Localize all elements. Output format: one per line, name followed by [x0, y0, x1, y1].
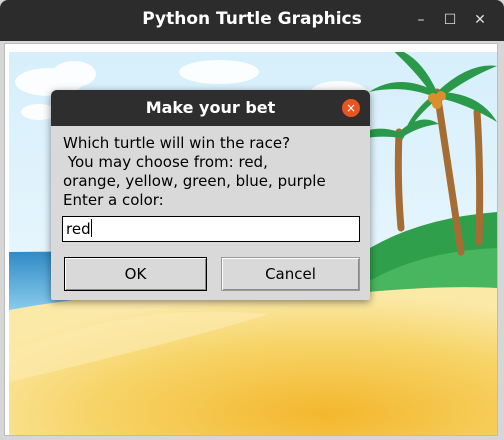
color-input-value: red: [66, 220, 91, 238]
text-caret: [90, 219, 92, 237]
dialog-title: Make your bet: [145, 98, 276, 117]
dialog-titlebar: Make your bet ×: [51, 90, 370, 126]
ok-button[interactable]: OK: [64, 257, 207, 291]
bet-dialog: Make your bet × Which turtle will win th…: [51, 90, 370, 300]
window-titlebar: Python Turtle Graphics – ☐ ✕: [0, 0, 504, 41]
cancel-button[interactable]: Cancel: [221, 257, 360, 291]
color-input[interactable]: red: [62, 216, 360, 242]
dialog-prompt: Which turtle will win the race? You may …: [63, 134, 326, 209]
close-icon[interactable]: ✕: [470, 10, 490, 30]
dialog-close-icon[interactable]: ×: [342, 99, 360, 117]
minimize-icon[interactable]: –: [411, 10, 431, 30]
maximize-icon[interactable]: ☐: [440, 10, 460, 30]
